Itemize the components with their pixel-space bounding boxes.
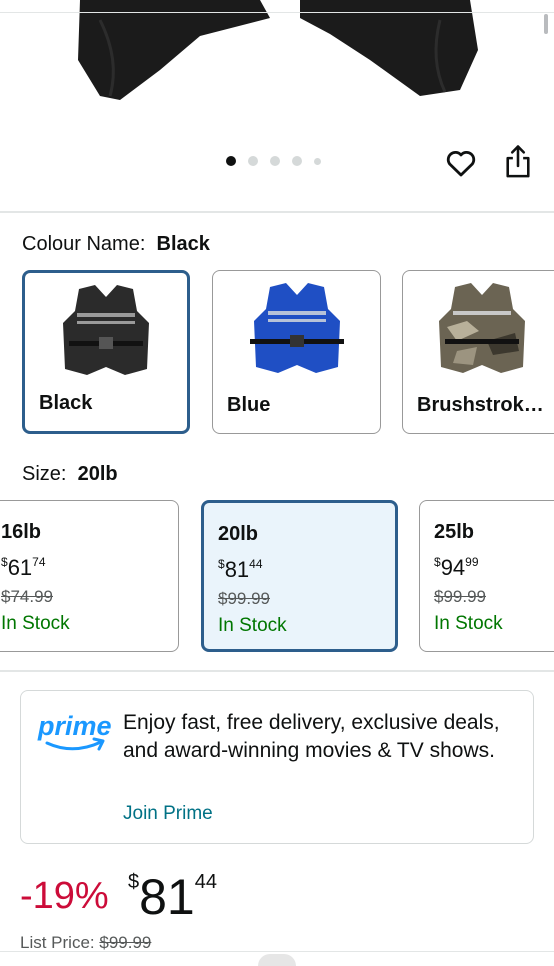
pagination-dot[interactable]: [292, 156, 302, 166]
size-option-list-price: $99.99: [434, 587, 486, 606]
size-option-price: $9499: [434, 555, 479, 580]
price-cents: 44: [194, 871, 217, 893]
size-option-list-price: $74.99: [1, 587, 53, 606]
size-label-text: Size:: [22, 463, 67, 485]
size-option-20lb[interactable]: 20lb $8144 $99.99 In Stock: [201, 500, 398, 652]
pagination-dot[interactable]: [226, 156, 236, 166]
colour-option-black[interactable]: Black: [22, 270, 190, 434]
size-selected-value: 20lb: [77, 463, 118, 485]
prime-logo: prime: [37, 709, 112, 753]
product-image-gallery[interactable]: [0, 0, 554, 212]
vest-thumbnail: [213, 281, 380, 377]
size-option-weight: 16lb: [1, 521, 42, 543]
pagination-dot[interactable]: [314, 157, 321, 165]
colour-option-brushstroke[interactable]: Brushstrok…: [402, 270, 554, 434]
vest-thumbnail: [403, 281, 554, 377]
scrollbar[interactable]: [544, 14, 548, 34]
price-currency: $: [128, 871, 140, 893]
divider: [0, 211, 554, 213]
bottom-nav-handle[interactable]: [258, 954, 296, 966]
divider: [0, 12, 554, 13]
heart-icon[interactable]: [444, 146, 478, 180]
list-price-value: $99.99: [99, 933, 152, 952]
size-option-stock: In Stock: [218, 615, 287, 636]
discount-percent: -19%: [20, 875, 109, 917]
size-option-stock: In Stock: [434, 613, 503, 634]
size-option-16lb[interactable]: 16lb $6174 $74.99 In Stock: [0, 500, 179, 652]
pagination-dot[interactable]: [248, 156, 258, 166]
colour-label-text: Colour Name:: [22, 233, 146, 255]
colour-label: Colour Name: Black: [22, 233, 210, 256]
colour-option-label: Black: [39, 392, 93, 414]
vest-thumbnail: [25, 283, 187, 379]
colour-option-label: Brushstrok…: [417, 394, 544, 416]
share-icon[interactable]: [502, 144, 534, 180]
svg-text:prime: prime: [37, 711, 111, 741]
size-option-weight: 20lb: [218, 523, 259, 545]
size-option-weight: 25lb: [434, 521, 475, 543]
divider: [0, 951, 554, 952]
current-price: $8144: [128, 868, 217, 926]
price-dollars: 81: [139, 869, 195, 925]
divider: [0, 670, 554, 672]
size-option-price: $6174: [1, 555, 46, 580]
size-label: Size: 20lb: [22, 463, 118, 486]
pagination-dot[interactable]: [270, 156, 280, 166]
colour-selected-value: Black: [156, 233, 210, 255]
size-option-stock: In Stock: [1, 613, 70, 634]
product-image[interactable]: [0, 0, 554, 212]
colour-option-label: Blue: [227, 394, 271, 416]
image-pagination-dots[interactable]: [226, 155, 321, 167]
size-option-25lb[interactable]: 25lb $9499 $99.99 In Stock: [419, 500, 554, 652]
size-option-price: $8144: [218, 557, 263, 582]
size-option-list-price: $99.99: [218, 589, 270, 608]
prime-promo-card[interactable]: prime Enjoy fast, free delivery, exclusi…: [20, 690, 534, 844]
list-price: List Price: $99.99: [20, 933, 151, 953]
prime-promo-text: Enjoy fast, free delivery, exclusive dea…: [123, 711, 500, 762]
join-prime-link[interactable]: Join Prime: [123, 803, 213, 825]
list-price-label: List Price:: [20, 933, 95, 952]
colour-option-blue[interactable]: Blue: [212, 270, 381, 434]
